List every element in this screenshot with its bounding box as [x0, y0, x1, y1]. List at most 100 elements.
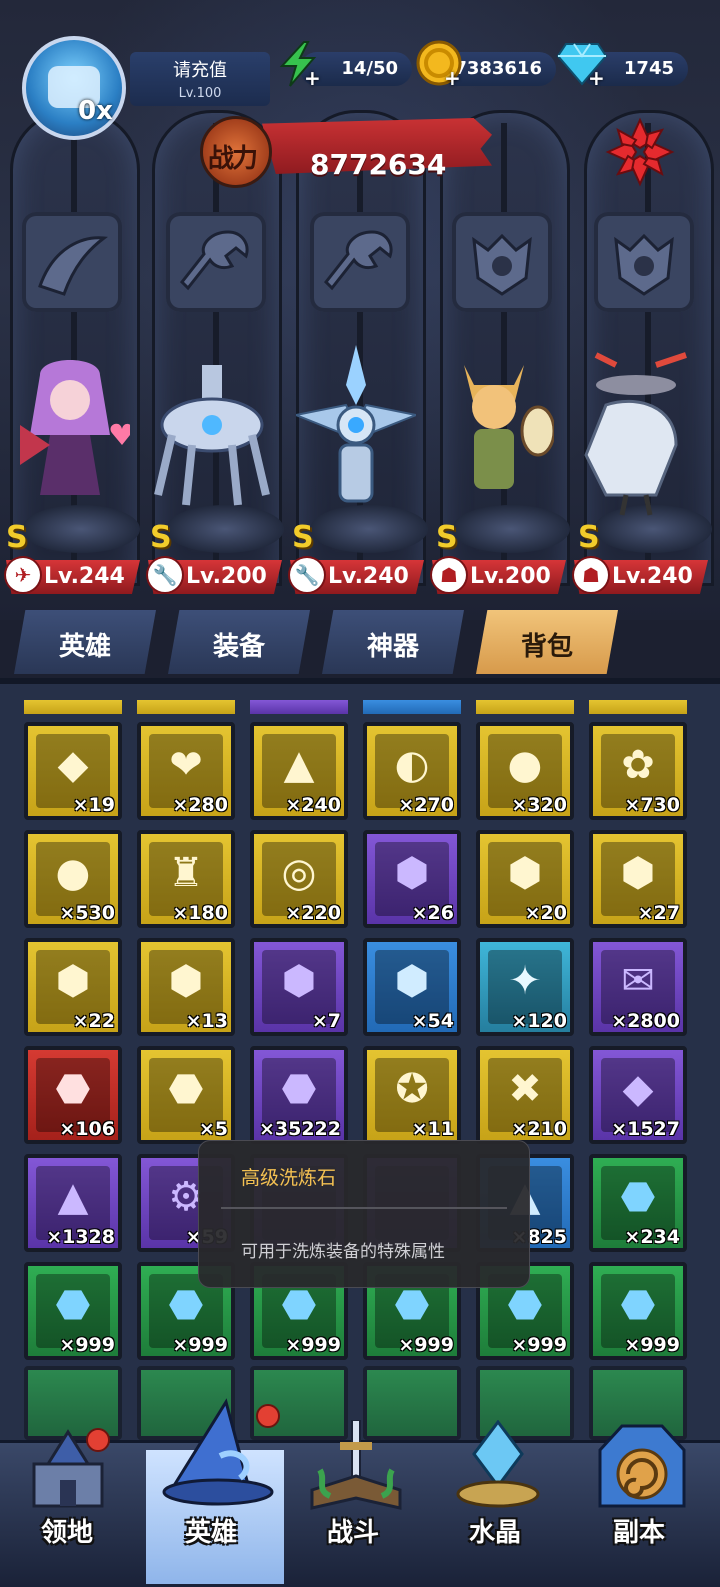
inventory-slot[interactable]: ✪ ×11	[363, 1046, 461, 1144]
diamond-value: 1745	[623, 58, 674, 79]
tooltip-title: 高级洗炼石	[241, 1167, 337, 1189]
inventory-slot[interactable]: ⬢ ×7	[250, 938, 348, 1036]
item-count: ×1328	[46, 1226, 115, 1248]
settings-flower-icon[interactable]	[600, 112, 680, 192]
item-count: ×5	[198, 1118, 228, 1140]
inventory-slot[interactable]: ⬣ ×35222	[250, 1046, 348, 1144]
wing-icon	[38, 236, 108, 296]
item-count: ×20	[524, 902, 567, 924]
inventory-slot[interactable]: ✦ ×120	[476, 938, 574, 1036]
inventory-slot-partial	[363, 700, 461, 714]
item-count: ×999	[624, 1334, 680, 1356]
inventory-slot[interactable]: ◆ ×19	[24, 722, 122, 820]
player-avatar[interactable]: 0x	[22, 36, 126, 140]
tab-equipment-label: 装备	[212, 632, 265, 662]
item-count: ×180	[172, 902, 228, 924]
hero-mech-spider[interactable]	[152, 345, 272, 525]
inventory-slot[interactable]: ❤ ×280	[137, 722, 235, 820]
inventory-slot-partial	[476, 700, 574, 714]
inventory-slot[interactable]: ⬣ ×999	[589, 1262, 687, 1360]
item-count: ×1527	[611, 1118, 680, 1140]
inventory-slot[interactable]: ⬢ ×54	[363, 938, 461, 1036]
inventory-slot[interactable]: ⬢ ×27	[589, 830, 687, 928]
hero-succubus[interactable]	[10, 345, 130, 525]
inventory-slot[interactable]: ● ×320	[476, 722, 574, 820]
crystal-shard-icon: ◆	[57, 742, 89, 788]
avatar-label: 0x	[78, 96, 113, 126]
inventory-slot[interactable]: ● ×530	[24, 830, 122, 928]
hero-crane-monk[interactable]	[576, 345, 696, 525]
inventory-slot[interactable]: ⬢ ×26	[363, 830, 461, 928]
scroll-icon: ✉	[621, 958, 655, 1004]
tab-backpack-label: 背包	[520, 632, 573, 662]
item-count: ×22	[72, 1010, 115, 1032]
tooltip-divider	[221, 1207, 507, 1209]
item-count: ×280	[172, 794, 228, 816]
hero-rank-badge: S	[150, 520, 172, 555]
gem-hexagon-icon: ⬢	[394, 958, 430, 1004]
item-count: ×27	[637, 902, 680, 924]
hero-rank-badge: S	[436, 520, 458, 555]
nav-crystal-label: 水晶	[468, 1518, 521, 1548]
inventory-slot[interactable]: ✖ ×210	[476, 1046, 574, 1144]
tab-artifacts-label: 神器	[366, 632, 419, 662]
inventory-slot[interactable]: ⬣ ×106	[24, 1046, 122, 1144]
inventory-slot[interactable]: ♜ ×180	[137, 830, 235, 928]
inventory-slot[interactable]: ⬢ ×13	[137, 938, 235, 1036]
add-stamina-button[interactable]: +	[304, 68, 321, 88]
rainbow-stone-icon: ⬣	[55, 1066, 91, 1112]
item-count: ×106	[59, 1118, 115, 1140]
nav-battle-label: 战斗	[326, 1518, 379, 1548]
blue-hat-icon: ▲	[283, 742, 315, 788]
bell-tower-icon: ♜	[168, 850, 204, 896]
prism-icon: ▲	[57, 1174, 89, 1220]
inventory-slot[interactable]: ⬢ ×22	[24, 938, 122, 1036]
item-count: ×320	[511, 794, 567, 816]
green-rune-stone-icon: ⬣	[620, 1174, 656, 1220]
inventory-slot[interactable]: ◎ ×220	[250, 830, 348, 928]
inventory-slot[interactable]: ⬣ ×999	[24, 1262, 122, 1360]
portal-icon[interactable]	[592, 1420, 692, 1512]
beast-hexagon-icon: ⬢	[507, 850, 543, 896]
inventory-slot[interactable]: ⬢ ×20	[476, 830, 574, 928]
inventory-slot[interactable]: ◆ ×1527	[589, 1046, 687, 1144]
crystal-icon[interactable]	[448, 1420, 548, 1512]
item-count: ×999	[59, 1334, 115, 1356]
nav-heroes-label: 英雄	[184, 1518, 237, 1548]
sword-book-icon[interactable]	[306, 1420, 406, 1512]
green-gem-icon: ◆	[622, 1066, 654, 1112]
fire-beast-hexagon-icon: ⬢	[168, 958, 204, 1004]
red-stone-icon: ⬣	[168, 1066, 204, 1112]
hero-mech-drone[interactable]	[296, 345, 416, 525]
dragon-hexagon-icon: ⬢	[620, 850, 656, 896]
player-name-plate: 请充值 Lv.100	[130, 52, 270, 106]
inventory-slot[interactable]: ⬣ ×5	[137, 1046, 235, 1144]
add-gold-button[interactable]: +	[444, 68, 461, 88]
hero-level: Lv.200	[186, 564, 267, 589]
red-orb-icon: ✖	[508, 1066, 542, 1112]
hero-level: Lv.240	[328, 564, 409, 589]
item-count: ×120	[511, 1010, 567, 1032]
hero-tiger-shaman[interactable]	[434, 345, 554, 525]
bird-hexagon-icon: ⬢	[55, 958, 91, 1004]
player-level: Lv.100	[178, 86, 222, 101]
heart-chest-icon: ❤	[169, 742, 203, 788]
inventory-slot-partial	[137, 700, 235, 714]
inventory-slot[interactable]: ▲ ×1328	[24, 1154, 122, 1252]
inventory-slot-partial	[250, 700, 348, 714]
item-count: ×270	[398, 794, 454, 816]
hero-level: Lv.200	[470, 564, 551, 589]
inventory-slot[interactable]: ✿ ×730	[589, 722, 687, 820]
wrench-icon: 🔧	[290, 558, 324, 592]
inventory-slot[interactable]: ▲ ×240	[250, 722, 348, 820]
inventory-slot[interactable]: ⬣ ×234	[589, 1154, 687, 1252]
item-count: ×26	[411, 902, 454, 924]
item-count: ×999	[398, 1334, 454, 1356]
wing-hexagon-icon: ⬢	[394, 850, 430, 896]
inventory-slot[interactable]: ✉ ×2800	[589, 938, 687, 1036]
add-diamond-button[interactable]: +	[588, 68, 605, 88]
tab-heroes-label: 英雄	[58, 632, 111, 662]
item-count: ×220	[285, 902, 341, 924]
notification-dot	[256, 1404, 280, 1428]
inventory-slot[interactable]: ◐ ×270	[363, 722, 461, 820]
